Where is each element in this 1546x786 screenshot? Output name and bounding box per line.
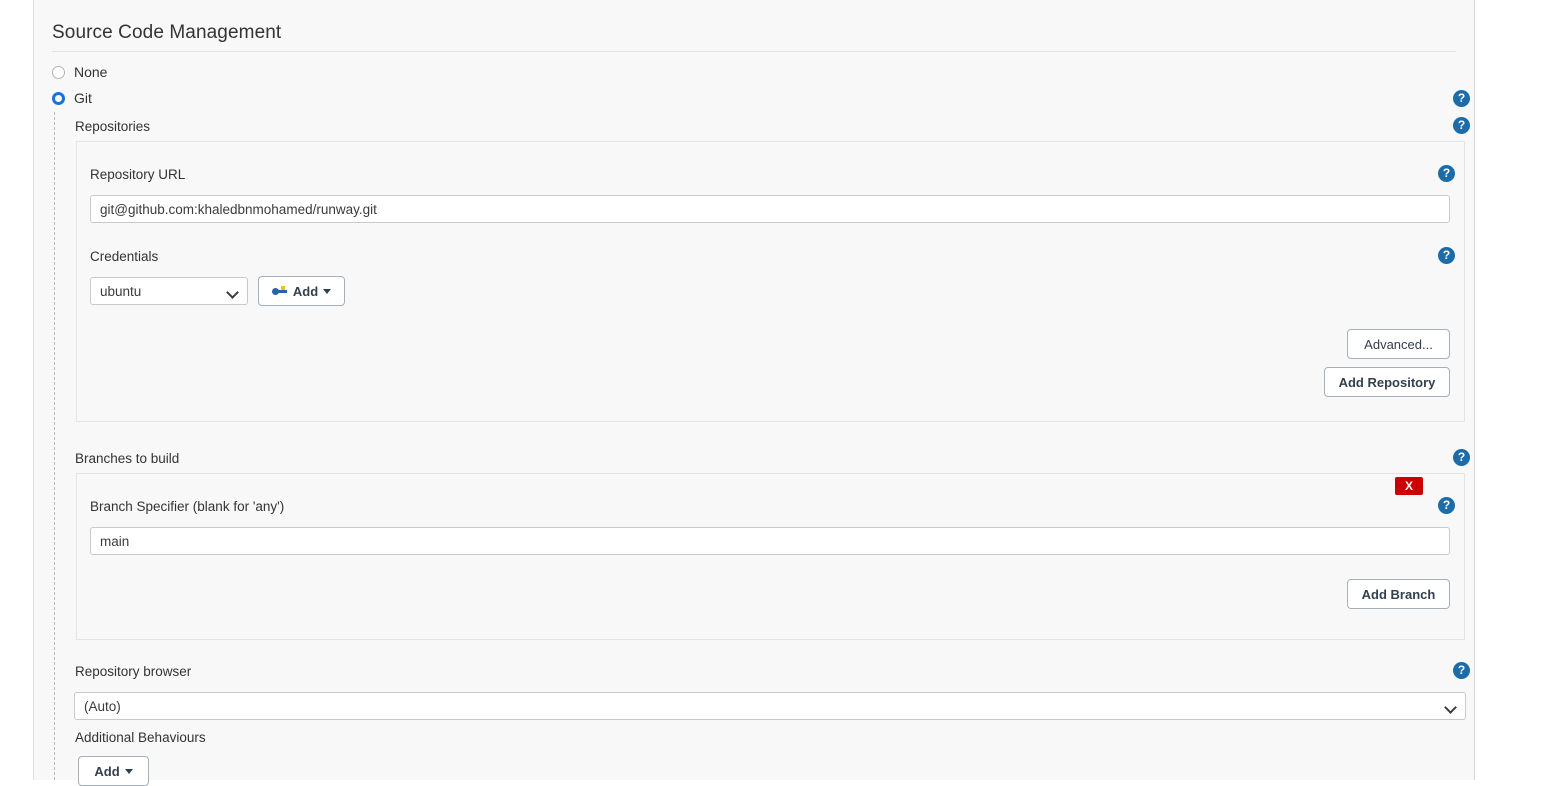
repository-browser-help-icon[interactable]: ? — [1453, 662, 1470, 679]
branches-to-build-label: Branches to build — [75, 451, 180, 466]
add-branch-button[interactable]: Add Branch — [1347, 579, 1450, 609]
scm-option-none-label: None — [74, 64, 108, 80]
credentials-label: Credentials — [90, 249, 159, 264]
branch-specifier-input[interactable] — [90, 527, 1450, 555]
title-divider — [52, 51, 1456, 52]
branch-specifier-help-icon[interactable]: ? — [1438, 497, 1455, 514]
branches-panel — [76, 473, 1465, 640]
additional-behaviours-add-label: Add — [94, 763, 120, 779]
caret-down-icon — [323, 288, 332, 294]
scm-option-none[interactable]: None — [52, 64, 107, 80]
key-icon — [271, 285, 288, 297]
credentials-select[interactable]: ubuntu — [90, 277, 248, 305]
advanced-button[interactable]: Advanced... — [1347, 329, 1450, 359]
radio-git-icon[interactable] — [52, 91, 65, 105]
scm-config-page: Source Code Management None Git ? Reposi… — [33, 0, 1475, 786]
repository-url-label: Repository URL — [90, 167, 186, 182]
add-repository-button[interactable]: Add Repository — [1324, 367, 1450, 397]
git-help-icon[interactable]: ? — [1453, 90, 1470, 107]
scm-option-git[interactable]: Git — [52, 90, 92, 106]
credentials-add-label: Add — [292, 283, 319, 299]
repository-browser-select[interactable]: (Auto) — [74, 692, 1466, 720]
repository-url-input[interactable] — [90, 195, 1450, 223]
radio-none-icon[interactable] — [52, 65, 65, 79]
additional-behaviours-label: Additional Behaviours — [75, 730, 206, 745]
repository-browser-selected-value: (Auto) — [84, 698, 121, 714]
page-title: Source Code Management — [52, 22, 282, 43]
caret-down-icon — [124, 768, 133, 774]
branches-to-build-help-icon[interactable]: ? — [1453, 449, 1470, 466]
git-nesting-guide — [54, 112, 55, 780]
repository-url-help-icon[interactable]: ? — [1438, 165, 1455, 182]
chevron-down-icon — [227, 286, 238, 297]
repositories-help-icon[interactable]: ? — [1453, 117, 1470, 134]
scm-option-git-label: Git — [74, 90, 92, 106]
credentials-help-icon[interactable]: ? — [1438, 247, 1455, 264]
credentials-selected-value: ubuntu — [100, 283, 142, 299]
chevron-down-icon — [1445, 701, 1456, 712]
credentials-add-button[interactable]: Add — [258, 276, 345, 306]
repository-browser-label: Repository browser — [75, 664, 192, 679]
branch-specifier-label: Branch Specifier (blank for 'any') — [90, 499, 285, 514]
repositories-label: Repositories — [75, 119, 151, 134]
additional-behaviours-add-button[interactable]: Add — [78, 756, 149, 786]
delete-branch-badge[interactable]: X — [1395, 477, 1423, 495]
